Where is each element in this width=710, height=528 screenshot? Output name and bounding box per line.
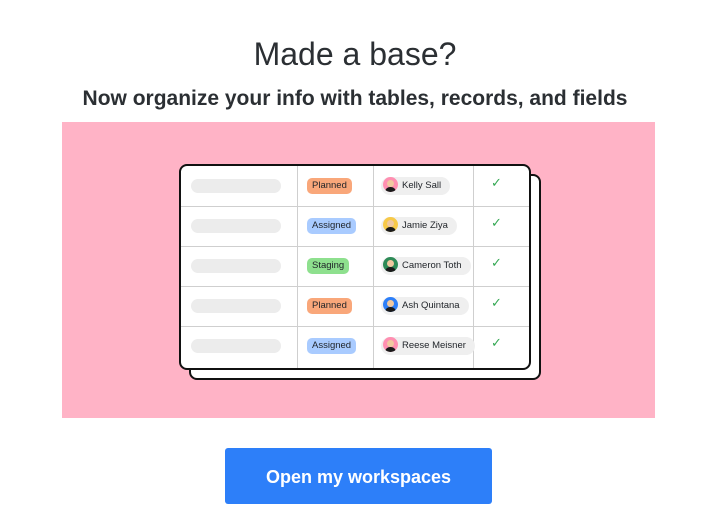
- person-chip: Ash Quintana: [381, 296, 469, 315]
- placeholder-bar: [191, 259, 281, 273]
- table-row: Assigned Jamie Ziya ✓: [181, 206, 529, 247]
- avatar: [383, 216, 398, 232]
- status-tag: Planned: [307, 298, 352, 314]
- illustration-banner: Planned Kelly Sall ✓ Assigned Jamie Ziya…: [62, 122, 655, 418]
- check-icon: ✓: [491, 296, 502, 311]
- person-chip: Jamie Ziya: [381, 216, 457, 235]
- status-tag: Planned: [307, 178, 352, 194]
- person-chip: Kelly Sall: [381, 176, 451, 195]
- placeholder-bar: [191, 179, 281, 193]
- avatar: [383, 176, 398, 192]
- person-name: Reese Meisner: [402, 340, 466, 351]
- placeholder-bar: [191, 219, 281, 233]
- person-chip: Reese Meisner: [381, 336, 475, 355]
- person-name: Jamie Ziya: [402, 220, 448, 231]
- check-icon: ✓: [491, 256, 502, 271]
- person-chip: Cameron Toth: [381, 256, 471, 275]
- page-subtitle: Now organize your info with tables, reco…: [82, 87, 628, 110]
- check-icon: ✓: [491, 336, 502, 351]
- placeholder-bar: [191, 299, 281, 313]
- table-row: Planned Ash Quintana ✓: [181, 286, 529, 327]
- table-row: Assigned Reese Meisner ✓: [181, 326, 529, 366]
- table-illustration: Planned Kelly Sall ✓ Assigned Jamie Ziya…: [179, 164, 531, 370]
- avatar: [383, 296, 398, 312]
- check-icon: ✓: [491, 176, 502, 191]
- person-name: Cameron Toth: [402, 260, 462, 271]
- avatar: [383, 256, 398, 272]
- table-row: Planned Kelly Sall ✓: [181, 166, 529, 207]
- status-tag: Assigned: [307, 338, 357, 354]
- person-name: Kelly Sall: [402, 180, 442, 191]
- table-row: Staging Cameron Toth ✓: [181, 246, 529, 287]
- placeholder-bar: [191, 339, 281, 353]
- check-icon: ✓: [491, 216, 502, 231]
- status-tag: Assigned: [307, 218, 357, 234]
- open-workspaces-button[interactable]: Open my workspaces: [225, 448, 492, 504]
- avatar: [383, 336, 398, 352]
- person-name: Ash Quintana: [402, 300, 460, 311]
- page-title: Made a base?: [253, 36, 457, 72]
- status-tag: Staging: [307, 258, 350, 274]
